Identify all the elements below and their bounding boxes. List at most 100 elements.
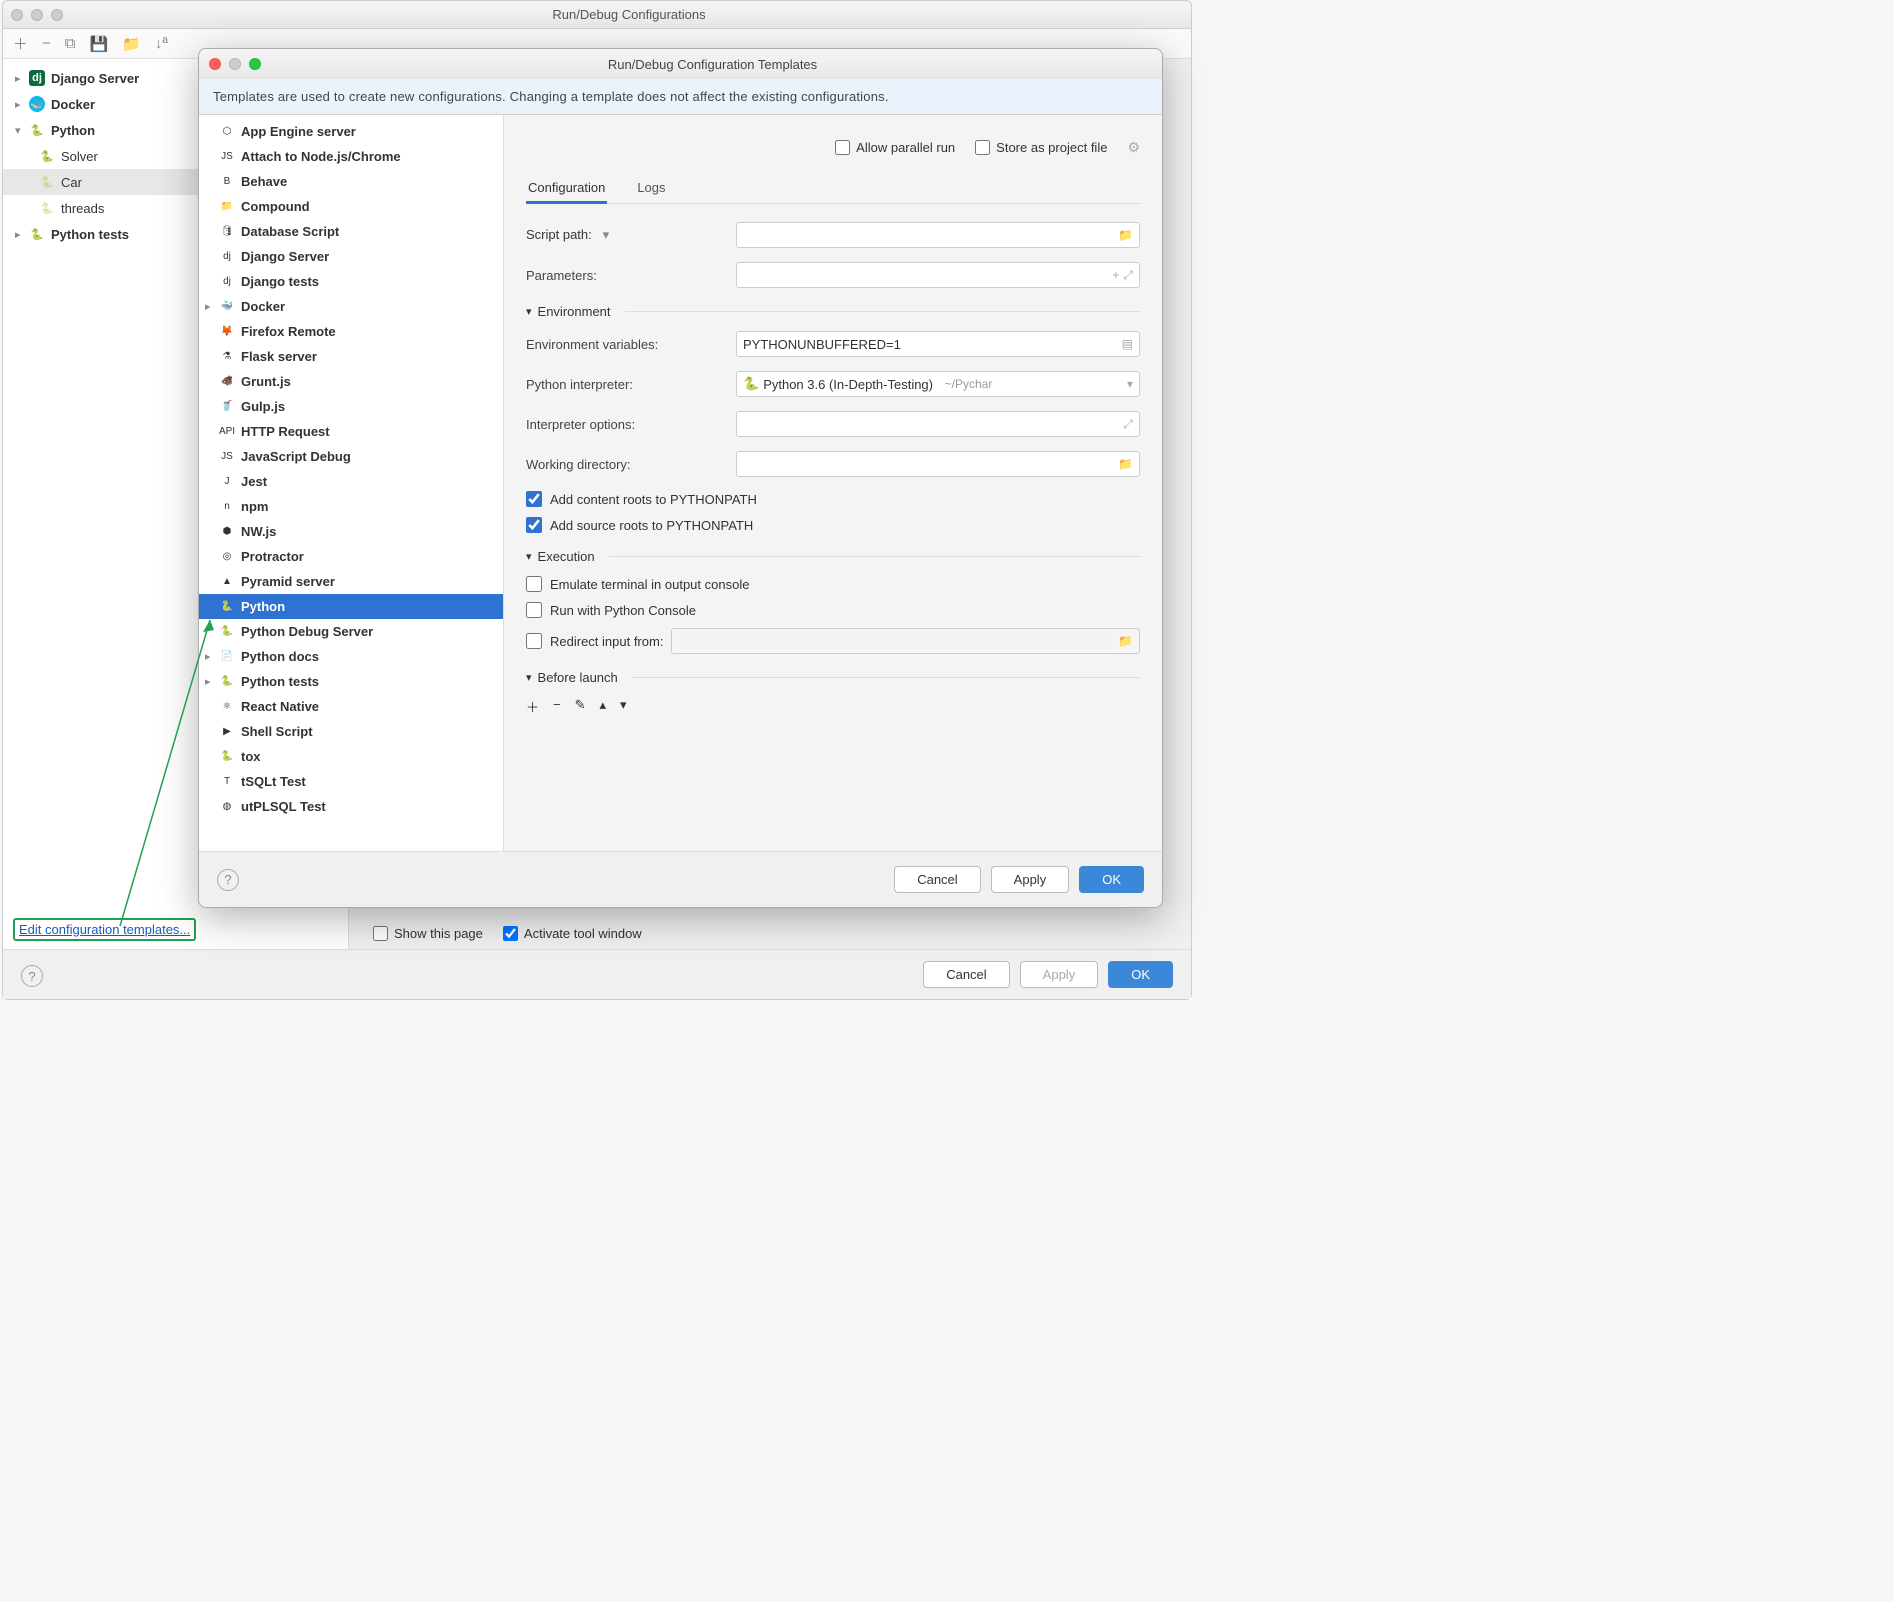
template-icon: ⚗ [219, 349, 235, 365]
template-label: utPLSQL Test [241, 799, 326, 814]
show-this-page-check[interactable]: Show this page [373, 926, 483, 941]
template-item-firefox-remote[interactable]: 🦊Firefox Remote [199, 319, 503, 344]
template-item-attach-to-node-js-chrome[interactable]: JSAttach to Node.js/Chrome [199, 144, 503, 169]
expand-icon[interactable]: ⤢ [1123, 417, 1133, 432]
template-item-utplsql-test[interactable]: ◍ utPLSQL Test [199, 794, 503, 819]
template-item-npm[interactable]: nnpm [199, 494, 503, 519]
help-icon[interactable]: ? [21, 965, 43, 987]
dialog-max-dot[interactable] [249, 58, 261, 70]
template-item-python-tests[interactable]: ▸🐍Python tests [199, 669, 503, 694]
before-launch-head[interactable]: ▾Before launch [526, 670, 1140, 685]
dialog-min-dot[interactable] [229, 58, 241, 70]
template-item-app-engine-server[interactable]: ⬡ App Engine server [199, 119, 503, 144]
dialog-apply-button[interactable]: Apply [991, 866, 1070, 893]
min-dot[interactable] [31, 9, 43, 21]
folder-icon[interactable]: 📁 [122, 35, 141, 53]
template-item-python[interactable]: 🐍Python [199, 594, 503, 619]
max-dot[interactable] [51, 9, 63, 21]
edit-templates-link[interactable]: Edit configuration templates... [19, 922, 190, 937]
template-item-tox[interactable]: 🐍tox [199, 744, 503, 769]
redirect-input-check[interactable]: Redirect input from: 📁 [526, 628, 1140, 654]
interp-options-input[interactable]: ⤢ [736, 411, 1140, 437]
template-item-database-script[interactable]: 🛢Database Script [199, 219, 503, 244]
store-project-check[interactable]: Store as project file [975, 139, 1107, 156]
up-icon[interactable]: ▴ [600, 697, 607, 716]
main-cancel-button[interactable]: Cancel [923, 961, 1009, 988]
template-label: tSQLt Test [241, 774, 306, 789]
add-icon[interactable]: ＋ [13, 33, 28, 54]
form-area: Allow parallel run Store as project file… [504, 115, 1162, 851]
tab-logs[interactable]: Logs [635, 174, 667, 203]
template-item-gulp-js[interactable]: 🥤Gulp.js [199, 394, 503, 419]
working-dir-label: Working directory: [526, 457, 726, 472]
close-dot[interactable] [11, 9, 23, 21]
add-content-roots-check[interactable]: Add content roots to PYTHONPATH [526, 491, 1140, 507]
dialog-help-icon[interactable]: ? [217, 869, 239, 891]
remove-icon[interactable]: − [42, 35, 51, 52]
template-item-django-tests[interactable]: djDjango tests [199, 269, 503, 294]
python-icon: 🐍 [743, 376, 759, 392]
folder-icon[interactable]: 📁 [1118, 228, 1133, 242]
dialog-ok-button[interactable]: OK [1079, 866, 1144, 893]
edit-templates-link-box: Edit configuration templates... [13, 918, 196, 941]
emulate-terminal-check[interactable]: Emulate terminal in output console [526, 576, 1140, 592]
template-item-compound[interactable]: 📁Compound [199, 194, 503, 219]
activate-tool-window-check[interactable]: Activate tool window [503, 926, 642, 941]
template-item-shell-script[interactable]: ▶Shell Script [199, 719, 503, 744]
template-icon: n [219, 499, 235, 515]
template-item-flask-server[interactable]: ⚗Flask server [199, 344, 503, 369]
template-item-http-request[interactable]: APIHTTP Request [199, 419, 503, 444]
env-section-head[interactable]: ▾Environment [526, 304, 1140, 319]
template-item-behave[interactable]: BBehave [199, 169, 503, 194]
save-icon[interactable]: 💾 [90, 35, 109, 53]
template-item-docker[interactable]: ▸🐳Docker [199, 294, 503, 319]
list-icon[interactable]: ▤ [1122, 337, 1133, 351]
template-item-tsqlt-test[interactable]: TtSQLt Test [199, 769, 503, 794]
template-icon: 🥤 [219, 399, 235, 415]
run-python-console-check[interactable]: Run with Python Console [526, 602, 1140, 618]
chevron-down-icon[interactable]: ▾ [1127, 377, 1133, 391]
plus-icon[interactable]: + [1112, 268, 1119, 282]
template-item-pyramid-server[interactable]: ▲Pyramid server [199, 569, 503, 594]
down-icon[interactable]: ▾ [620, 697, 627, 716]
template-item-python-docs[interactable]: ▸📄Python docs [199, 644, 503, 669]
env-vars-input[interactable]: ▤ [736, 331, 1140, 357]
interpreter-select[interactable]: 🐍Python 3.6 (In-Depth-Testing) ~/Pychar … [736, 371, 1140, 397]
template-label: Python tests [241, 674, 319, 689]
template-item-python-debug-server[interactable]: 🐍Python Debug Server [199, 619, 503, 644]
python-icon: 🐍 [39, 200, 55, 216]
template-item-javascript-debug[interactable]: JSJavaScript Debug [199, 444, 503, 469]
tab-configuration[interactable]: Configuration [526, 174, 607, 204]
folder-icon[interactable]: 📁 [1118, 457, 1133, 471]
dialog-cancel-button[interactable]: Cancel [894, 866, 980, 893]
folder-icon[interactable]: 📁 [1118, 634, 1133, 648]
template-item-grunt-js[interactable]: 🐗Grunt.js [199, 369, 503, 394]
template-icon: ◍ [219, 799, 235, 815]
script-path-input[interactable]: 📁 [736, 222, 1140, 248]
add-source-roots-check[interactable]: Add source roots to PYTHONPATH [526, 517, 1140, 533]
template-item-react-native[interactable]: ⚛React Native [199, 694, 503, 719]
template-label: React Native [241, 699, 319, 714]
main-ok-button[interactable]: OK [1108, 961, 1173, 988]
working-dir-input[interactable]: 📁 [736, 451, 1140, 477]
main-apply-button[interactable]: Apply [1020, 961, 1099, 988]
template-item-django-server[interactable]: djDjango Server [199, 244, 503, 269]
expand-icon[interactable]: ⤢ [1123, 268, 1133, 283]
parameters-input[interactable]: +⤢ [736, 262, 1140, 288]
template-item-nw-js[interactable]: ⬢NW.js [199, 519, 503, 544]
template-label: App Engine server [241, 124, 356, 139]
dialog-traffic [209, 58, 261, 70]
template-icon: ⬡ [219, 124, 235, 140]
dialog-close-dot[interactable] [209, 58, 221, 70]
gear-icon[interactable]: ⚙ [1127, 139, 1140, 156]
template-item-jest[interactable]: JJest [199, 469, 503, 494]
template-list[interactable]: ⬡ App Engine server JSAttach to Node.js/Ch… [199, 115, 504, 851]
sort-icon[interactable]: ↓ª [155, 35, 168, 52]
copy-icon[interactable]: ⧉ [65, 35, 76, 52]
add-icon[interactable]: ＋ [526, 697, 539, 716]
edit-icon[interactable]: ✎ [575, 697, 586, 716]
template-item-protractor[interactable]: ◎Protractor [199, 544, 503, 569]
allow-parallel-check[interactable]: Allow parallel run [835, 139, 955, 156]
exec-section-head[interactable]: ▾Execution [526, 549, 1140, 564]
remove-icon[interactable]: − [553, 697, 561, 716]
